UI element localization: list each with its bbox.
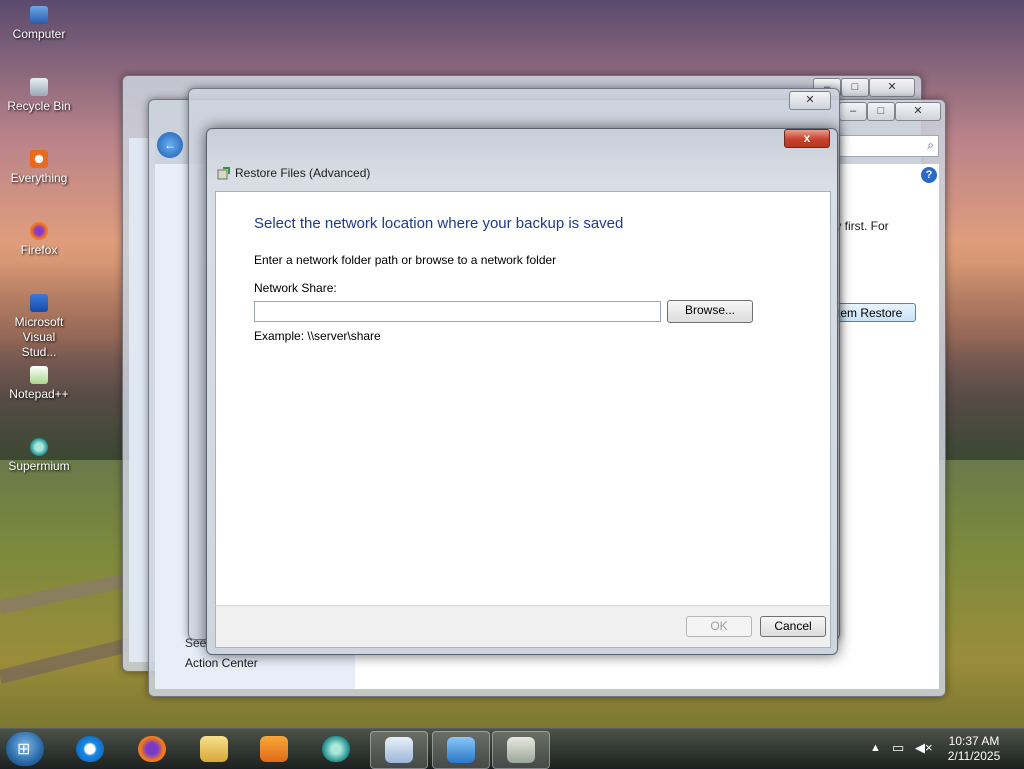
control-panel-icon bbox=[447, 737, 475, 763]
desktop-icon-firefox[interactable]: Firefox bbox=[4, 222, 74, 258]
desktop-icon-recycle-bin[interactable]: Recycle Bin bbox=[4, 78, 74, 114]
network-share-input[interactable] bbox=[254, 301, 661, 322]
firefox-icon bbox=[30, 222, 48, 240]
cancel-button[interactable]: Cancel bbox=[760, 616, 826, 637]
taskbar-notepad[interactable] bbox=[370, 731, 428, 769]
dialog-close-button[interactable]: x bbox=[784, 129, 830, 148]
volume-muted-icon[interactable]: ◀× bbox=[915, 740, 933, 756]
desktop-icon-label: Microsoft Visual Stud... bbox=[14, 315, 64, 359]
show-hidden-icons-icon[interactable]: ▲ bbox=[870, 742, 881, 754]
notepadpp-icon bbox=[30, 366, 48, 384]
restore-files-dialog: x Restore Files (Advanced) Select the ne… bbox=[206, 128, 838, 655]
media-player-icon bbox=[260, 736, 288, 762]
document-icon bbox=[385, 737, 413, 763]
supermium-icon bbox=[322, 736, 350, 762]
ok-button[interactable]: OK bbox=[686, 616, 752, 637]
taskbar-control-panel[interactable] bbox=[432, 731, 490, 769]
browse-button[interactable]: Browse... bbox=[667, 300, 753, 323]
dialog-footer: OK Cancel bbox=[215, 605, 831, 648]
system-restore-label: tem Restore bbox=[837, 306, 903, 320]
maximize-button[interactable]: □ bbox=[867, 102, 895, 121]
clock-time: 10:37 AM bbox=[948, 734, 1000, 748]
restore-files-icon bbox=[217, 167, 230, 180]
desktop-icon-everything[interactable]: Everything bbox=[4, 150, 74, 186]
desktop-icon-label: Everything bbox=[10, 171, 68, 185]
clock-date: 2/11/2025 bbox=[947, 749, 1001, 763]
folder-icon bbox=[200, 736, 228, 762]
system-clock[interactable]: 10:37 AM 2/11/2025 bbox=[942, 734, 1006, 764]
taskbar-supermium[interactable] bbox=[308, 731, 364, 767]
internet-explorer-icon bbox=[76, 736, 104, 762]
network-share-label: Network Share: bbox=[254, 281, 337, 295]
close-button[interactable]: ✕ bbox=[789, 91, 831, 110]
taskbar-internet-explorer[interactable] bbox=[62, 731, 118, 767]
dialog-body: Select the network location where your b… bbox=[215, 191, 831, 606]
maximize-button[interactable]: □ bbox=[841, 78, 869, 97]
desktop-icon-label: Firefox bbox=[20, 243, 58, 257]
taskbar: ⊞ ▲ ▭ ◀× 10:37 AM 2/11/2025 bbox=[0, 728, 1024, 769]
visual-studio-icon bbox=[30, 294, 48, 312]
desktop-icon-label: Recycle Bin bbox=[7, 99, 71, 113]
help-icon[interactable]: ? bbox=[921, 167, 937, 183]
minimize-button[interactable]: – bbox=[839, 102, 867, 121]
desktop-icon-notepadpp[interactable]: Notepad++ bbox=[4, 366, 74, 402]
desktop-icon-label: Computer bbox=[12, 27, 66, 41]
start-button[interactable]: ⊞ bbox=[6, 732, 44, 766]
desktop-icon-label: Supermium bbox=[8, 459, 70, 473]
system-restore-button[interactable]: tem Restore bbox=[830, 303, 916, 322]
example-text: Example: \\server\share bbox=[254, 329, 381, 343]
firefox-icon bbox=[138, 736, 166, 762]
dialog-title: Restore Files (Advanced) bbox=[235, 166, 371, 180]
search-icon: ⌕ bbox=[927, 138, 934, 152]
backup-restore-icon bbox=[507, 737, 535, 763]
everything-icon bbox=[30, 150, 48, 168]
page-heading: Select the network location where your b… bbox=[254, 215, 624, 232]
recycle-bin-icon bbox=[30, 78, 48, 96]
desktop-icon-visual-studio[interactable]: Microsoft Visual Stud... bbox=[4, 294, 74, 360]
taskbar-backup-restore[interactable] bbox=[492, 731, 550, 769]
taskbar-media-player[interactable] bbox=[246, 731, 302, 767]
taskbar-explorer[interactable] bbox=[186, 731, 242, 767]
desktop-icon-computer[interactable]: Computer bbox=[4, 6, 74, 42]
computer-icon bbox=[30, 6, 48, 24]
supermium-icon bbox=[30, 438, 48, 456]
close-button[interactable]: ✕ bbox=[895, 102, 941, 121]
desktop-icon-supermium[interactable]: Supermium bbox=[4, 438, 74, 474]
desktop-icon-label: Notepad++ bbox=[9, 387, 69, 401]
back-arrow-icon[interactable]: ← bbox=[157, 132, 183, 158]
instruction-text: Enter a network folder path or browse to… bbox=[254, 253, 557, 267]
taskbar-firefox[interactable] bbox=[124, 731, 180, 767]
sidebar-link-action-center[interactable]: Action Center bbox=[185, 656, 258, 670]
close-button[interactable]: ✕ bbox=[869, 78, 915, 97]
windows-logo-icon: ⊞ bbox=[17, 741, 31, 758]
network-icon[interactable]: ▭ bbox=[892, 740, 904, 756]
